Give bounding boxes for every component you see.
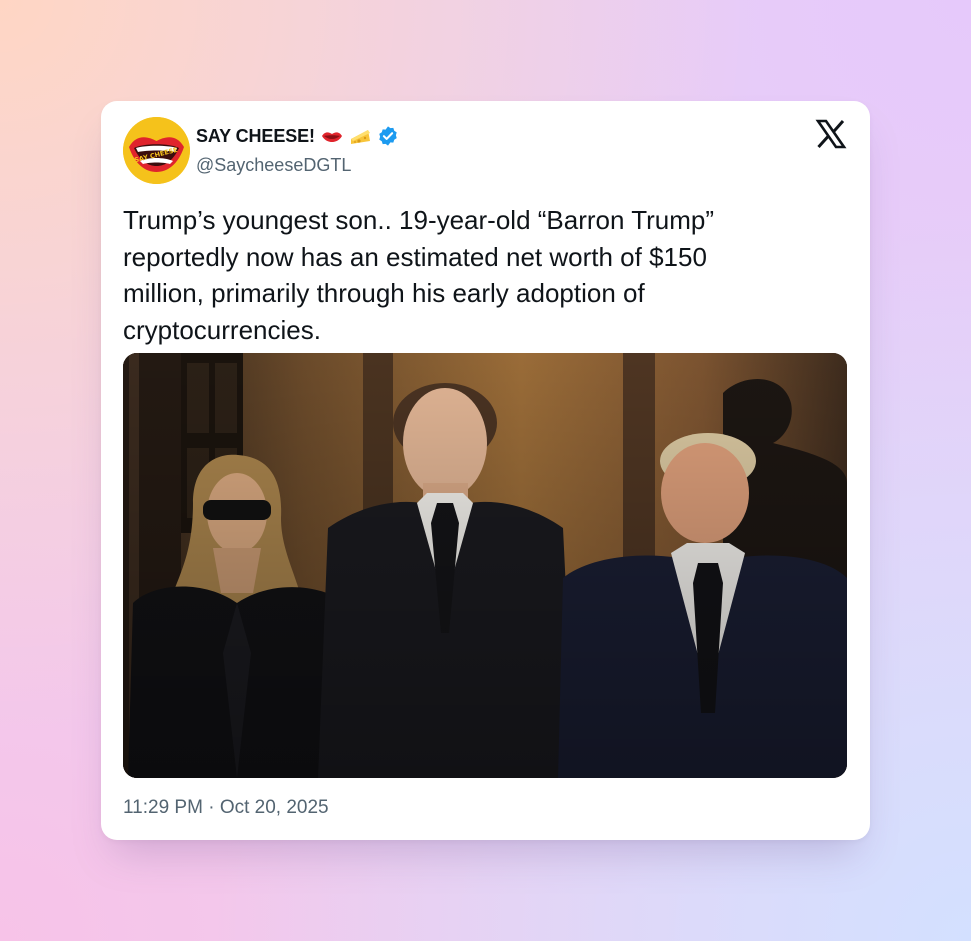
author-handle[interactable]: @SaycheeseDGTL xyxy=(196,155,351,176)
cheese-emoji-icon xyxy=(349,125,371,147)
author-display-name[interactable]: SAY CHEESE! xyxy=(196,126,315,147)
tweet-time: 11:29 PM xyxy=(123,797,203,818)
timestamp-separator: · xyxy=(208,797,215,818)
verified-badge-icon[interactable] xyxy=(377,125,399,147)
author-name-row[interactable]: SAY CHEESE! xyxy=(196,123,399,149)
lips-emoji-icon xyxy=(321,125,343,147)
tweet-photo[interactable] xyxy=(123,353,847,778)
x-logo-icon[interactable] xyxy=(815,118,847,150)
tweet-date: Oct 20, 2025 xyxy=(219,797,329,818)
tweet-text: Trump’s youngest son.. 19-year-old “Barr… xyxy=(123,205,715,345)
tweet-card[interactable]: SAY CHEESE SAY CHEESE! @SaycheeseDGTL Tr… xyxy=(101,101,870,840)
author-avatar[interactable]: SAY CHEESE xyxy=(123,117,190,184)
tweet-timestamp[interactable]: 11:29 PM · Oct 20, 2025 xyxy=(123,797,329,819)
